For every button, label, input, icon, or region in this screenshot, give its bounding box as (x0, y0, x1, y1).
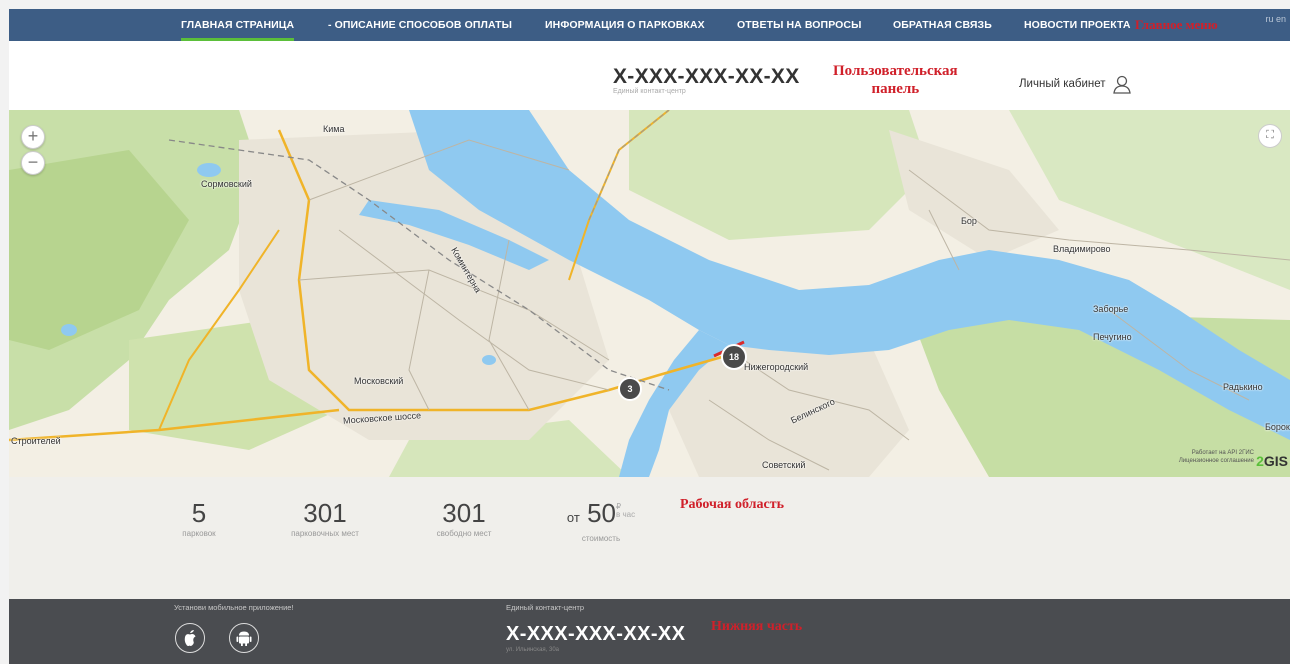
personal-account-link[interactable]: Личный кабинет (1019, 78, 1106, 90)
android-app-icon[interactable] (229, 623, 259, 653)
zoom-in-button[interactable]: + (21, 125, 45, 149)
map-label-radkino: Радькино (1223, 382, 1263, 392)
stat-parkings: 5 парковок (171, 499, 227, 538)
2gis-logo-text: GIS (1263, 453, 1288, 469)
contact-phone-caption: Единый контакт-центр (613, 88, 686, 95)
2gis-logo: 2GIS (1256, 453, 1288, 469)
stat-price: от 50₽ в час стоимость (553, 499, 649, 543)
footer-contact-title: Единый контакт-центр (506, 603, 585, 612)
price-prefix: от (566, 510, 580, 525)
footer-annotation: Нижняя часть (711, 619, 803, 634)
map-label-borok: Борок (1265, 422, 1290, 432)
stat-label: парковок (182, 529, 216, 538)
map-label-bor: Бор (961, 216, 977, 226)
page: ГЛАВНАЯ СТРАНИЦА - ОПИСАНИЕ СПОСОБОВ ОПЛ… (9, 9, 1290, 664)
main-menu: ГЛАВНАЯ СТРАНИЦА - ОПИСАНИЕ СПОСОБОВ ОПЛ… (9, 9, 1290, 41)
2gis-logo-num: 2 (1256, 453, 1264, 469)
language-switch[interactable]: ru en (1265, 14, 1286, 24)
contact-phone: X-XXX-XXX-XX-XX (613, 65, 800, 88)
map-credit-line2: Лицензионное соглашение (1178, 458, 1254, 464)
stat-parking-spaces: 301 парковочных мест (267, 499, 383, 538)
stat-free-spaces: 301 свободно мест (414, 499, 514, 538)
nav-item-parking-info[interactable]: ИНФОРМАЦИЯ О ПАРКОВКАХ (545, 9, 705, 41)
main-menu-annotation: Главное меню (1135, 17, 1218, 32)
stat-label: парковочных мест (291, 529, 359, 538)
work-area: 5 парковок 301 парковочных мест 301 своб… (9, 477, 1290, 599)
apple-app-icon[interactable] (175, 623, 205, 653)
nav-item-feedback[interactable]: ОБРАТНАЯ СВЯЗЬ (893, 9, 992, 41)
map-label-pechugino: Печугино (1093, 332, 1132, 342)
map-label-nizhegorodsky: Нижегородский (744, 362, 809, 372)
stat-value: 301 (303, 498, 347, 528)
app-title: Установи мобильное приложение! (174, 603, 294, 612)
map-label-sormovsky: Сормовский (201, 179, 252, 189)
user-panel-annotation-line1: Пользовательская (833, 63, 958, 79)
footer-phone: X-XXX-XXX-XX-XX (506, 623, 686, 645)
map-label-zaborye: Заборье (1093, 304, 1129, 314)
zoom-out-button[interactable]: − (21, 151, 45, 175)
work-area-annotation: Рабочая область (680, 497, 784, 512)
parking-cluster-marker[interactable]: 18 (721, 344, 747, 370)
user-panel-annotation-line2: панель (871, 81, 920, 97)
price-unit: ₽ в час (616, 503, 635, 519)
nav-item-faq[interactable]: ОТВЕТЫ НА ВОПРОСЫ (737, 9, 862, 41)
stat-label: свободно мест (436, 529, 492, 538)
footer: Установи мобильное приложение! Единый ко… (9, 599, 1290, 664)
nav-item-payment-methods[interactable]: - ОПИСАНИЕ СПОСОБОВ ОПЛАТЫ (328, 9, 512, 41)
map-label-sovetsky: Советский (762, 460, 806, 470)
stat-label: стоимость (581, 534, 621, 543)
stat-value: 5 (191, 498, 207, 528)
map-canvas[interactable] (9, 110, 1290, 477)
map-credit[interactable]: Работает на API 2ГИС Лицензионное соглаш… (1179, 449, 1254, 465)
user-icon[interactable] (1112, 74, 1132, 94)
map-label-kima: Кима (323, 124, 345, 134)
price-per: в час (615, 510, 636, 519)
nav-item-home[interactable]: ГЛАВНАЯ СТРАНИЦА (181, 9, 295, 41)
parking-cluster-marker[interactable]: 3 (618, 377, 642, 401)
map-label-vladimirovo: Владимирово (1053, 244, 1111, 254)
map-label-stroiteley: Строителей (11, 436, 61, 446)
footer-address: ул. Ильинская, 30а (506, 647, 559, 653)
nav-item-news[interactable]: НОВОСТИ ПРОЕКТА (1024, 9, 1131, 41)
map-credit-line1: Работает на API 2ГИС (1191, 450, 1254, 456)
map-label-moskovsky: Московский (354, 376, 404, 386)
price-value: 50 (587, 498, 616, 528)
stat-value: 301 (442, 498, 486, 528)
user-panel-annotation: Пользовательская панель (833, 62, 958, 98)
fullscreen-icon[interactable]: ⛶ (1258, 124, 1282, 148)
parking-map[interactable]: + − ⛶ Сормовский Кима Московский Московс… (9, 110, 1290, 477)
user-panel: X-XXX-XXX-XX-XX Единый контакт-центр Пол… (9, 41, 1290, 110)
